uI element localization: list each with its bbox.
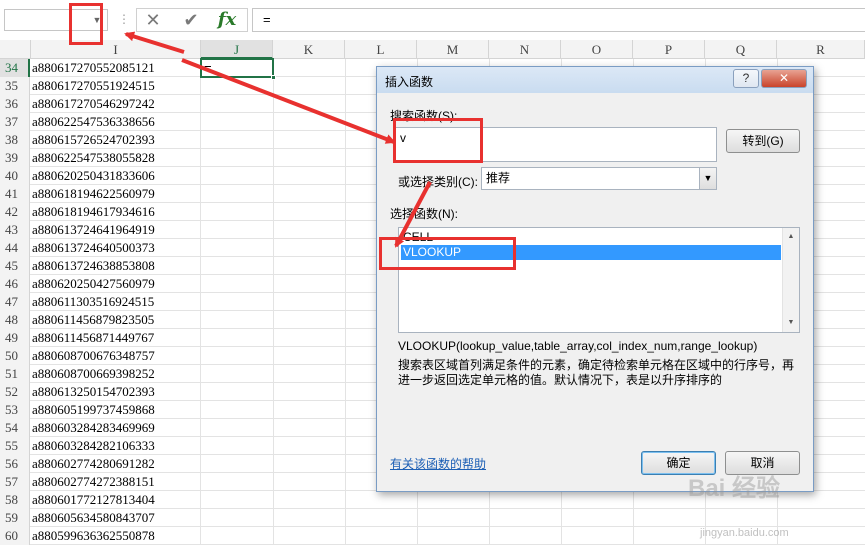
row-header[interactable]: 42 (0, 203, 30, 221)
column-header-n[interactable]: N (489, 40, 561, 59)
select-all-corner[interactable] (0, 40, 31, 59)
goto-button[interactable]: 转到(G) (726, 129, 800, 153)
cell-column-i[interactable]: a880611456871449767 (31, 329, 201, 347)
row-header[interactable]: 40 (0, 167, 30, 185)
row-header[interactable]: 44 (0, 239, 30, 257)
help-button[interactable]: ? (733, 69, 759, 88)
row-header[interactable]: 36 (0, 95, 30, 113)
function-description: 搜索表区域首列满足条件的元素，确定待检索单元格在区域中的行序号，再进一步返回选定… (398, 358, 795, 387)
row-header[interactable]: 41 (0, 185, 30, 203)
category-select[interactable]: 推荐 ▼ (481, 167, 717, 190)
cell-column-i[interactable]: a880617270546297242 (31, 95, 201, 113)
row-header[interactable]: 35 (0, 77, 30, 95)
select-function-label: 选择函数(N): (390, 207, 458, 221)
table-row: 59 a880605634580843707 (0, 509, 865, 527)
column-header-p[interactable]: P (633, 40, 705, 59)
cell-column-i[interactable]: a880603284282106333 (31, 437, 201, 455)
column-header-r[interactable]: R (777, 40, 865, 59)
row-header[interactable]: 59 (0, 509, 30, 527)
cell-column-i[interactable]: a880599636362550878 (31, 527, 201, 545)
category-value: 推荐 (486, 171, 511, 185)
cell-column-i[interactable]: a880618194617934616 (31, 203, 201, 221)
annotation-box-vlookup (379, 237, 516, 270)
close-icon[interactable]: ✕ (761, 69, 807, 88)
function-help-link[interactable]: 有关该函数的帮助 (390, 455, 486, 472)
column-header-q[interactable]: Q (705, 40, 777, 59)
row-header[interactable]: 49 (0, 329, 30, 347)
chevron-down-icon[interactable]: ▼ (699, 168, 716, 189)
cell-column-i[interactable]: a880618194622560979 (31, 185, 201, 203)
enter-check-icon[interactable]: ✔ (177, 8, 205, 32)
scroll-up-icon[interactable]: ▲ (783, 230, 799, 244)
column-header-m[interactable]: M (417, 40, 489, 59)
formula-bar-grip: ⋮ (118, 12, 130, 26)
row-header[interactable]: 43 (0, 221, 30, 239)
row-header[interactable]: 60 (0, 527, 30, 545)
row-header[interactable]: 58 (0, 491, 30, 509)
dialog-titlebar[interactable]: 插入函数 ? ✕ (377, 67, 813, 93)
cell-column-i[interactable]: a880613724640500373 (31, 239, 201, 257)
row-header[interactable]: 37 (0, 113, 30, 131)
fill-handle[interactable] (271, 75, 276, 80)
cell-column-i[interactable]: a880605634580843707 (31, 509, 201, 527)
row-header[interactable]: 56 (0, 455, 30, 473)
row-header[interactable]: 45 (0, 257, 30, 275)
insert-function-fx-icon[interactable]: fx (213, 8, 241, 32)
row-header[interactable]: 39 (0, 149, 30, 167)
row-header[interactable]: 51 (0, 365, 30, 383)
column-header-j[interactable]: J (201, 40, 273, 59)
cell-column-i[interactable]: a880601772127813404 (31, 491, 201, 509)
function-signature: VLOOKUP(lookup_value,table_array,col_ind… (398, 339, 758, 353)
cell-column-i[interactable]: a880617270551924515 (31, 77, 201, 95)
row-header[interactable]: 57 (0, 473, 30, 491)
row-header[interactable]: 50 (0, 347, 30, 365)
column-header-i[interactable]: I (31, 40, 201, 59)
row-header[interactable]: 46 (0, 275, 30, 293)
formula-bar: ▼ ⋮ ✕ ✔ fx = (0, 0, 865, 40)
row-header[interactable]: 38 (0, 131, 30, 149)
watermark: Bai 经验 (688, 475, 781, 502)
column-header-o[interactable]: O (561, 40, 633, 59)
cell-column-i[interactable]: a880615726524702393 (31, 131, 201, 149)
row-header[interactable]: 54 (0, 419, 30, 437)
cell-column-i[interactable]: a880603284283469969 (31, 419, 201, 437)
row-header[interactable]: 52 (0, 383, 30, 401)
row-header[interactable]: 47 (0, 293, 30, 311)
scroll-down-icon[interactable]: ▼ (783, 316, 799, 330)
cell-column-i[interactable]: a880611303516924515 (31, 293, 201, 311)
column-header-k[interactable]: K (273, 40, 345, 59)
cell-column-i[interactable]: a880605199737459868 (31, 401, 201, 419)
column-header-row: I J K L M N O P Q R (0, 40, 865, 59)
formula-buttons: ✕ ✔ fx (136, 8, 248, 32)
cell-column-i[interactable]: a880613724638853808 (31, 257, 201, 275)
cell-column-i[interactable]: a880602774272388151 (31, 473, 201, 491)
cell-column-i[interactable]: a880620250427560979 (31, 275, 201, 293)
row-header[interactable]: 34 (0, 59, 30, 77)
cell-column-i[interactable]: a880602774280691282 (31, 455, 201, 473)
cell-column-i[interactable]: a880622547536338656 (31, 113, 201, 131)
row-header[interactable]: 53 (0, 401, 30, 419)
cell-column-i[interactable]: a880608700669398252 (31, 365, 201, 383)
formula-input[interactable]: = (252, 8, 865, 32)
cell-column-i[interactable]: a880620250431833606 (31, 167, 201, 185)
cancel-entry-x-icon[interactable]: ✕ (139, 8, 167, 32)
cell-column-i[interactable]: a880617270552085121 (31, 59, 201, 77)
cell-column-i[interactable]: a880622547538055828 (31, 149, 201, 167)
cell-column-i[interactable]: a880613250154702393 (31, 383, 201, 401)
row-header[interactable]: 48 (0, 311, 30, 329)
category-label: 或选择类别(C): (398, 175, 478, 189)
annotation-box-name-box (69, 3, 103, 45)
cell-column-i[interactable]: a880611456879823505 (31, 311, 201, 329)
cell-column-i[interactable]: a880613724641964919 (31, 221, 201, 239)
dialog-title: 插入函数 (385, 75, 434, 89)
function-list-scrollbar[interactable]: ▲ ▼ (782, 228, 799, 332)
active-cell-j34[interactable]: = (200, 58, 276, 80)
watermark-url: jingyan.baidu.com (700, 527, 789, 539)
cell-column-i[interactable]: a880608700676348757 (31, 347, 201, 365)
row-header[interactable]: 55 (0, 437, 30, 455)
annotation-box-search (393, 118, 483, 163)
column-header-l[interactable]: L (345, 40, 417, 59)
